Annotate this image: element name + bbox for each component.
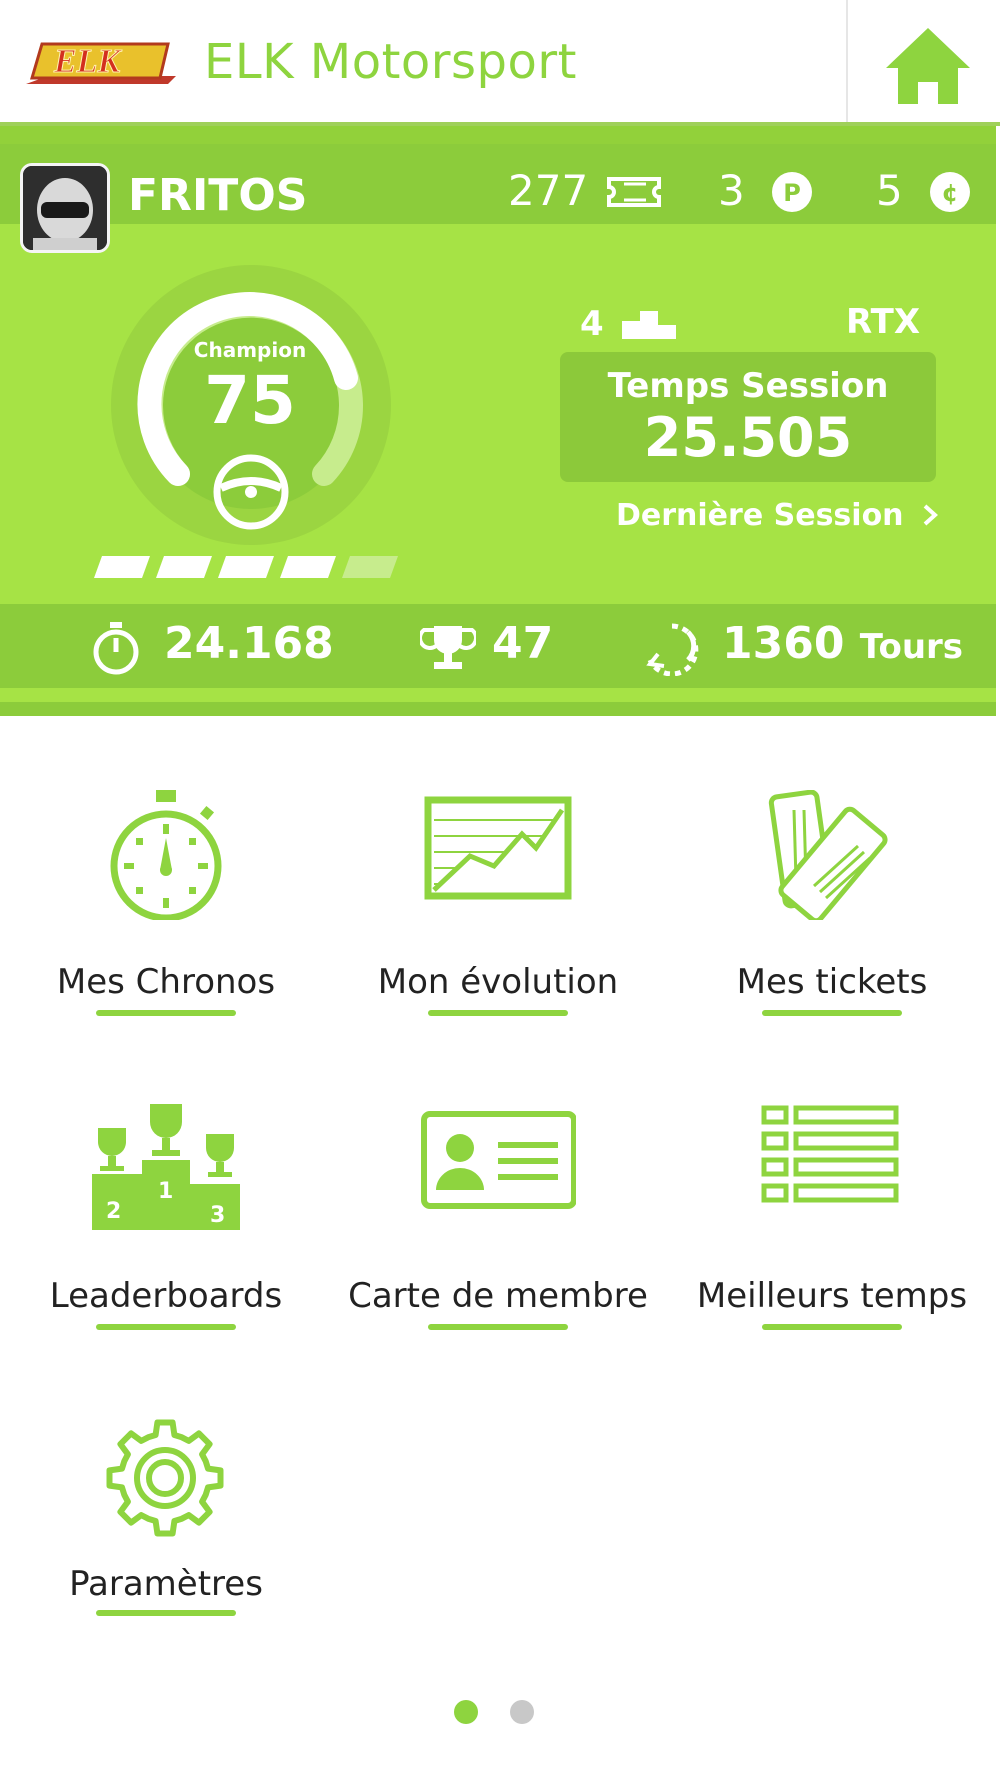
rank-label: Champion [193,338,307,362]
page-indicator [454,1700,554,1728]
page-dot-1[interactable] [454,1700,478,1724]
podium-icon: 2 1 3 [92,1104,240,1230]
session-time-label: Temps Session [607,366,889,406]
best-lap-time: 24.168 [164,618,334,669]
credits-count: 5 [876,166,903,215]
progress-segment-filled [156,556,212,578]
trophy-small-icon [420,626,476,669]
last-session-link[interactable]: Dernière Session [616,498,940,533]
points-icon: P [772,172,812,212]
menu-leaderboards[interactable]: 2 1 3 Leaderboards [16,1104,316,1344]
app-title: ELK Motorsport [204,34,577,90]
last-session-label: Dernière Session [616,498,904,533]
profile-dashboard: FRITOS 277 3 P 5 ¢ Champion 75 4 RTX Tem… [0,126,996,716]
laps-icon [646,623,699,676]
tickets-icon [768,790,888,920]
menu-label: Mes Chronos [56,962,276,1002]
menu-label: Carte de membre [348,1276,648,1316]
chevron-right-icon [923,504,938,526]
ticket-icon [607,177,661,207]
points-count: 3 [718,166,745,215]
home-icon[interactable] [878,22,978,108]
progress-segment-empty [342,556,398,578]
kart-model: RTX [846,302,921,342]
stopwatch-icon [110,790,222,920]
list-icon [761,1105,899,1203]
line-chart-icon [424,796,572,900]
menu-label: Leaderboards [49,1276,283,1316]
menu-mes-chronos[interactable]: Mes Chronos [16,790,316,1030]
credits-icon: ¢ [930,172,970,212]
helmet-icon [23,166,107,250]
laps-unit: Tours [859,627,964,667]
elk-logo: ELK [26,42,176,84]
username: FRITOS [128,170,308,221]
menu-parametres[interactable]: Paramètres [16,1416,316,1656]
svg-text:ELK: ELK [53,43,122,80]
menu-label: Mon évolution [377,962,619,1002]
stopwatch-small-icon [93,622,139,675]
podium-small-icon [621,311,676,339]
menu-carte-de-membre[interactable]: Carte de membre [348,1104,648,1344]
progress-segment-filled [94,556,150,578]
menu-label: Mes tickets [736,962,928,1002]
menu-label: Paramètres [69,1564,263,1604]
svg-text:¢: ¢ [942,179,959,207]
tickets-count: 277 [508,166,589,215]
menu-meilleurs-temps[interactable]: Meilleurs temps [682,1104,982,1344]
page-dot-2[interactable] [510,1700,534,1724]
laps-count: 1360 [722,618,845,669]
menu-mon-evolution[interactable]: Mon évolution [348,790,648,1030]
svg-text:1: 1 [158,1179,173,1204]
progress-segment-filled [218,556,274,578]
session-time-value: 25.505 [643,406,853,469]
position-value: 4 [580,304,604,344]
avatar[interactable] [20,163,110,253]
menu-label: Meilleurs temps [696,1276,968,1316]
header-divider [846,0,848,125]
laps-stat: 1360 Tours [722,618,963,669]
menu-mes-tickets[interactable]: Mes tickets [682,790,982,1030]
level-value: 75 [204,362,296,439]
level-progress [94,556,398,578]
svg-text:2: 2 [106,1199,121,1224]
progress-segment-filled [280,556,336,578]
position-rank: 4 [580,304,678,344]
id-card-icon [421,1111,576,1209]
svg-text:3: 3 [210,1203,225,1228]
app-header: ELK ELK Motorsport [0,0,1000,125]
gear-icon [106,1419,224,1537]
trophy-count: 47 [492,618,554,669]
svg-text:P: P [783,179,801,207]
